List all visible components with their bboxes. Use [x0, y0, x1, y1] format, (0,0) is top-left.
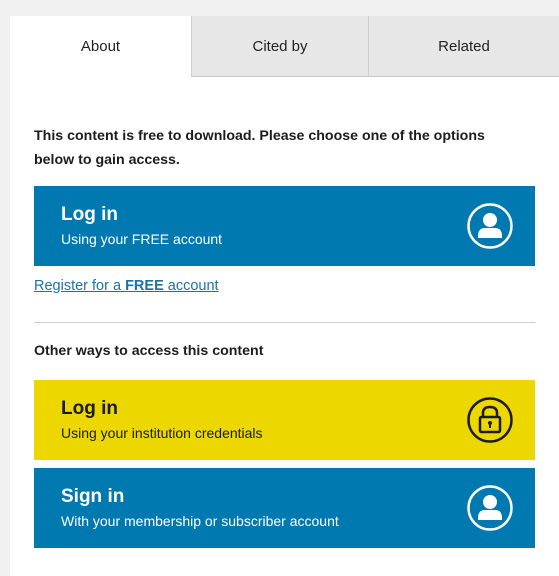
tab-cited-by[interactable]: Cited by — [191, 16, 368, 77]
intro-text: This content is free to download. Please… — [34, 128, 485, 168]
user-icon — [467, 203, 513, 249]
user-icon — [467, 485, 513, 531]
tab-about[interactable]: About — [10, 16, 191, 77]
register-prefix: Register for a — [34, 278, 126, 294]
button-title: Log in — [61, 398, 118, 419]
lock-icon — [467, 397, 513, 443]
tab-label: Related — [438, 37, 490, 55]
button-title: Log in — [61, 204, 118, 225]
button-title: Sign in — [61, 486, 125, 507]
register-free-account-link[interactable]: Register for a FREE account — [34, 278, 219, 294]
button-subtitle: Using your FREE account — [61, 231, 223, 247]
sign-in-membership-button[interactable]: Sign in With your membership or subscrib… — [34, 468, 535, 548]
other-ways-heading: Other ways to access this content — [34, 343, 264, 359]
divider — [34, 322, 535, 323]
register-bold: FREE — [125, 278, 164, 294]
tab-label: Cited by — [252, 37, 308, 55]
tab-related[interactable]: Related — [368, 16, 559, 77]
access-panel: About Cited by Related This content is f… — [10, 16, 559, 576]
tab-label: About — [80, 38, 121, 55]
login-free-account-button[interactable]: Log in Using your FREE account — [34, 186, 535, 266]
login-institution-button[interactable]: Log in Using your institution credential… — [34, 380, 535, 460]
register-suffix: account — [163, 278, 219, 294]
tab-bar: About Cited by Related — [10, 16, 559, 77]
button-subtitle: With your membership or subscriber accou… — [61, 513, 339, 529]
button-subtitle: Using your institution credentials — [61, 425, 263, 441]
